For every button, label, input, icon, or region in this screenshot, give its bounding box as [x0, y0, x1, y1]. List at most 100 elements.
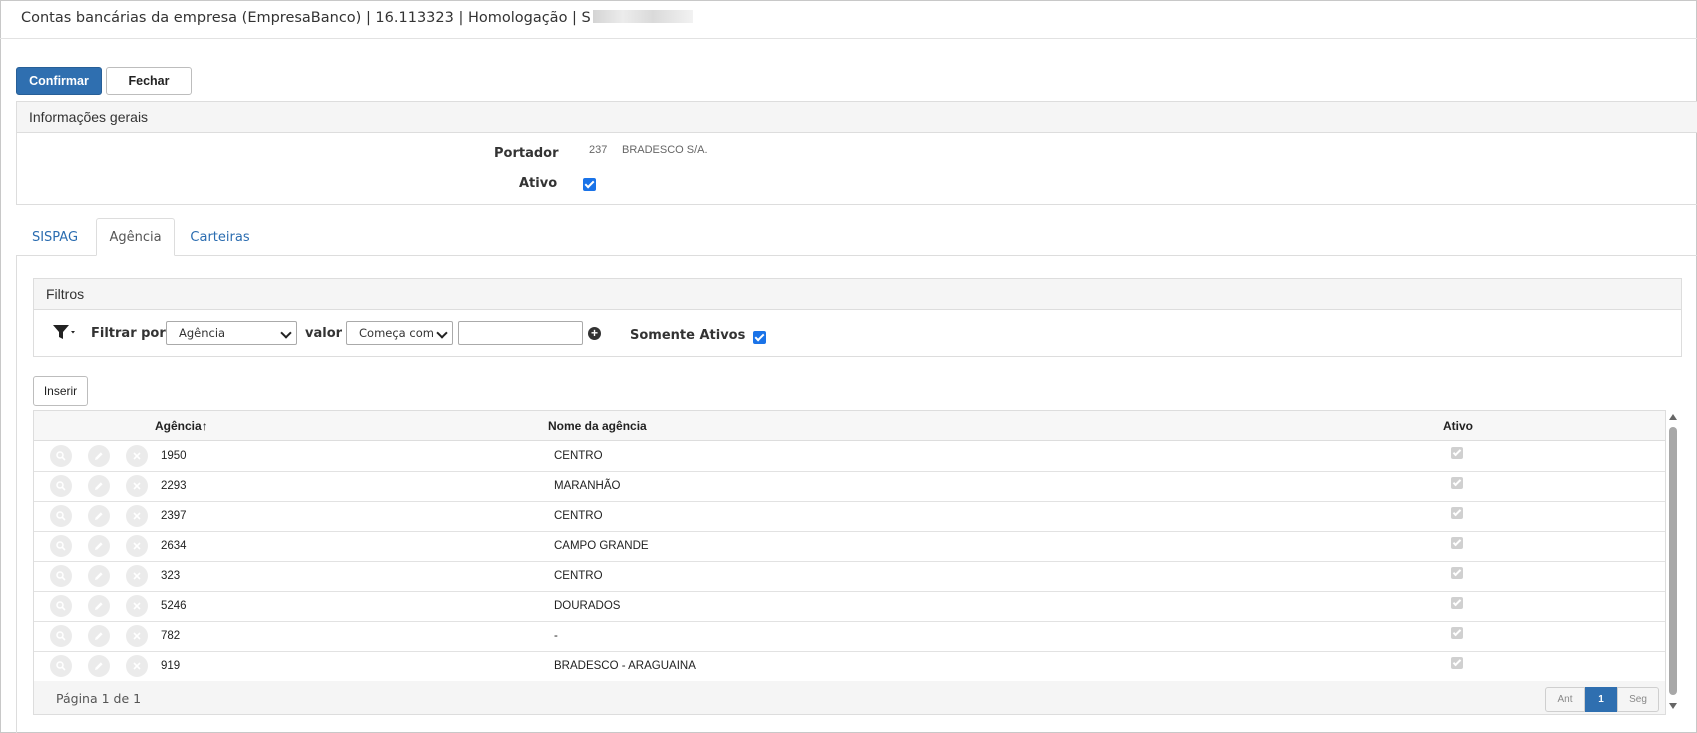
pencil-icon[interactable]: [88, 445, 110, 467]
page-button-current[interactable]: 1: [1585, 687, 1617, 712]
search-icon[interactable]: [50, 505, 72, 527]
cell-agencia: 5246: [161, 600, 187, 612]
close-icon[interactable]: [126, 475, 148, 497]
pencil-icon[interactable]: [88, 535, 110, 557]
table-row[interactable]: 919 BRADESCO - ARAGUAINA: [34, 651, 1665, 682]
scroll-down-arrow[interactable]: [1669, 703, 1677, 709]
grid-footer: Página 1 de 1 Ant 1 Seg: [34, 681, 1665, 714]
cell-nome: DOURADOS: [554, 600, 621, 612]
tab-sispag[interactable]: SISPAG: [22, 218, 88, 256]
cell-agencia: 919: [161, 660, 181, 672]
pencil-icon[interactable]: [88, 625, 110, 647]
ativo-checkbox-disabled: [1451, 597, 1463, 609]
ativo-label: Ativo: [519, 176, 558, 191]
cell-nome: -: [554, 630, 558, 642]
prev-page-button[interactable]: Ant: [1545, 687, 1585, 712]
scroll-up-arrow[interactable]: [1669, 414, 1677, 420]
filter-by-value: Agência: [179, 326, 226, 340]
close-icon[interactable]: [126, 655, 148, 677]
search-icon[interactable]: [50, 565, 72, 587]
column-header-nome[interactable]: Nome da agência: [548, 419, 647, 433]
grid-scrollbar[interactable]: [1666, 410, 1680, 715]
close-button[interactable]: Fechar: [106, 67, 192, 95]
search-icon[interactable]: [50, 535, 72, 557]
table-row[interactable]: 2293 MARANHÃO: [34, 471, 1665, 502]
page-info: Página 1 de 1: [56, 691, 142, 706]
title-bar: Contas bancárias da empresa (EmpresaBanc…: [0, 0, 1697, 39]
next-page-button[interactable]: Seg: [1617, 687, 1659, 712]
general-info-panel: Informações gerais: [16, 101, 1697, 205]
table-row[interactable]: 2397 CENTRO: [34, 501, 1665, 532]
pencil-icon[interactable]: [88, 655, 110, 677]
scroll-thumb[interactable]: [1669, 427, 1677, 695]
pencil-icon[interactable]: [88, 505, 110, 527]
redacted-text: [592, 10, 693, 23]
table-row[interactable]: 5246 DOURADOS: [34, 591, 1665, 622]
confirm-button[interactable]: Confirmar: [16, 67, 102, 95]
ativo-checkbox-disabled: [1451, 567, 1463, 579]
filter-by-label: Filtrar por: [91, 326, 166, 341]
search-icon[interactable]: [50, 595, 72, 617]
close-icon[interactable]: [126, 505, 148, 527]
pencil-icon[interactable]: [88, 595, 110, 617]
search-icon[interactable]: [50, 475, 72, 497]
cell-agencia: 2634: [161, 540, 187, 552]
ativo-checkbox-disabled: [1451, 507, 1463, 519]
agency-grid: Agência↑ Nome da agência Ativo 1950 CENTR…: [33, 410, 1666, 715]
column-header-ativo[interactable]: Ativo: [1443, 419, 1473, 433]
filter-value-input[interactable]: [458, 321, 583, 345]
table-row[interactable]: 323 CENTRO: [34, 561, 1665, 592]
value-label: valor: [305, 326, 343, 341]
portador-label: Portador: [494, 146, 559, 161]
ativo-checkbox-disabled: [1451, 447, 1463, 459]
filters-panel: Filtros: [33, 278, 1682, 357]
filter-icon[interactable]: [52, 324, 77, 340]
close-icon[interactable]: [126, 625, 148, 647]
cell-nome: BRADESCO - ARAGUAINA: [554, 660, 696, 672]
close-icon[interactable]: [126, 595, 148, 617]
ativo-checkbox-disabled: [1451, 657, 1463, 669]
pencil-icon[interactable]: [88, 565, 110, 587]
cell-agencia: 2397: [161, 510, 187, 522]
general-info-title: Informações gerais: [17, 102, 1697, 133]
cell-nome: MARANHÃO: [554, 480, 621, 492]
portador-name: BRADESCO S/A.: [622, 144, 708, 156]
cell-agencia: 2293: [161, 480, 187, 492]
pencil-icon[interactable]: [88, 475, 110, 497]
cell-agencia: 1950: [161, 450, 187, 462]
operator-select[interactable]: Começa com: [346, 321, 453, 345]
search-icon[interactable]: [50, 445, 72, 467]
ativo-checkbox-disabled: [1451, 537, 1463, 549]
table-row[interactable]: 782 -: [34, 621, 1665, 652]
close-icon[interactable]: [126, 445, 148, 467]
sort-asc-icon: ↑: [201, 419, 208, 433]
chevron-down-icon: [280, 327, 292, 339]
search-icon[interactable]: [50, 655, 72, 677]
search-icon[interactable]: [50, 625, 72, 647]
cell-nome: CENTRO: [554, 450, 603, 462]
column-header-agencia[interactable]: Agência↑: [155, 419, 208, 433]
ativo-checkbox[interactable]: [583, 178, 596, 191]
close-icon[interactable]: [126, 565, 148, 587]
window-title-text: Contas bancárias da empresa (EmpresaBanc…: [21, 10, 591, 26]
filter-by-select[interactable]: Agência: [166, 321, 297, 345]
operator-value: Começa com: [359, 326, 434, 340]
add-filter-icon[interactable]: +: [588, 327, 601, 340]
tab-agencia[interactable]: Agência: [96, 218, 175, 256]
close-icon[interactable]: [126, 535, 148, 557]
only-active-label: Somente Ativos: [630, 328, 746, 343]
insert-button[interactable]: Inserir: [33, 376, 88, 406]
window-title: Contas bancárias da empresa (EmpresaBanc…: [21, 10, 693, 26]
tab-carteiras[interactable]: Carteiras: [183, 218, 257, 256]
table-row[interactable]: 1950 CENTRO: [34, 441, 1665, 472]
only-active-checkbox[interactable]: [753, 331, 766, 344]
filters-title: Filtros: [34, 279, 1681, 310]
cell-agencia: 323: [161, 570, 181, 582]
table-row[interactable]: 2634 CAMPO GRANDE: [34, 531, 1665, 562]
ativo-checkbox-disabled: [1451, 627, 1463, 639]
cell-nome: CAMPO GRANDE: [554, 540, 649, 552]
column-header-agencia-label: Agência: [155, 419, 202, 433]
ativo-checkbox-disabled: [1451, 477, 1463, 489]
cell-nome: CENTRO: [554, 510, 603, 522]
portador-code: 237: [589, 144, 608, 156]
